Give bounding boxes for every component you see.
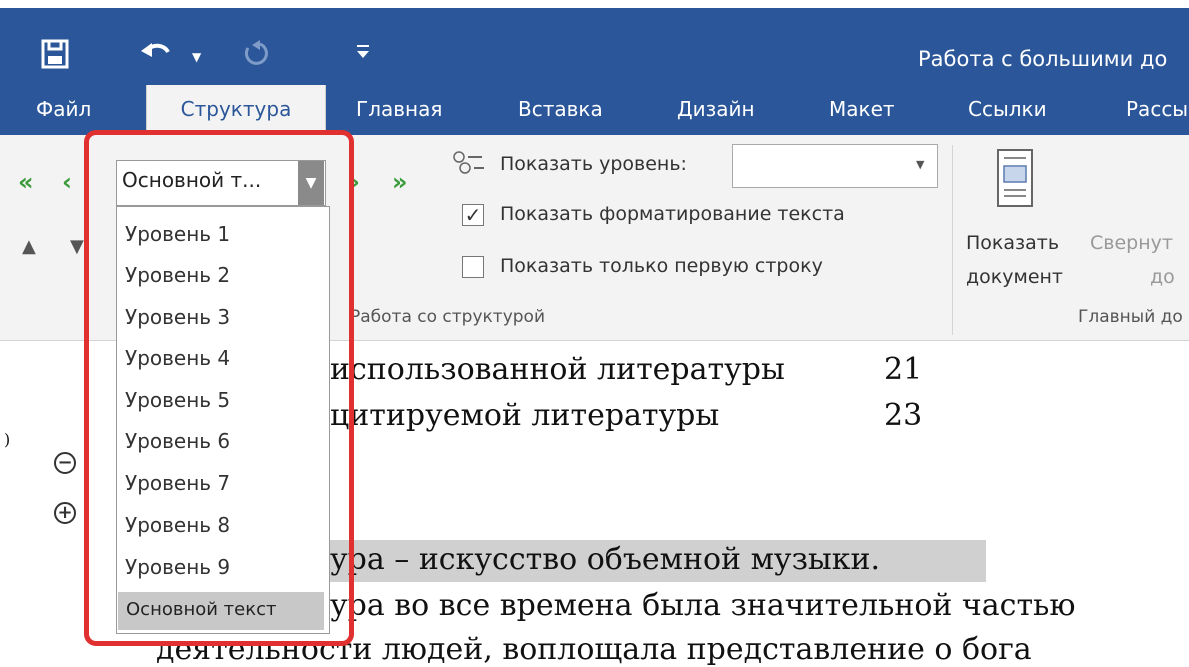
margin-mark: ) <box>4 430 11 449</box>
window-title: Работа с большими до <box>918 47 1168 71</box>
collapse-subdocuments-line1: Свернут <box>1090 232 1173 254</box>
first-line-only-label: Показать только первую строку <box>500 255 823 277</box>
tab-home[interactable]: Главная <box>356 85 442 135</box>
title-bar-top-edge <box>0 0 1189 8</box>
demote-to-body-text-icon[interactable]: » <box>392 168 408 196</box>
expand-outline-icon[interactable]: + <box>54 502 76 524</box>
master-document-group-label: Главный до <box>1078 307 1183 327</box>
toc-line-2: цитируемой литературы <box>330 398 720 433</box>
undo-dropdown-icon[interactable]: ▼ <box>192 50 201 64</box>
move-up-icon[interactable]: ▲ <box>22 236 36 257</box>
document-heading: ура – искусство объемной музыки. <box>330 542 881 577</box>
document-body-line-1: ура во все времена была значительной час… <box>330 588 1076 623</box>
show-level-icon <box>452 150 486 180</box>
red-highlight-frame <box>84 130 354 646</box>
toc-page-2: 23 <box>884 398 923 433</box>
collapse-subdocuments-line2: до <box>1150 266 1175 288</box>
show-formatting-checkbox[interactable]: ✓ <box>462 204 484 226</box>
title-bar <box>0 0 1189 85</box>
outline-tools-group-label: Работа со структурой <box>350 307 546 327</box>
group-separator <box>952 145 953 335</box>
promote-icon[interactable]: ‹ <box>62 168 72 196</box>
toc-line-1: использованной литературы <box>330 352 785 387</box>
show-level-label: Показать уровень: <box>500 153 687 175</box>
show-level-select[interactable] <box>732 144 938 188</box>
tab-layout[interactable]: Макет <box>829 85 895 135</box>
show-document-line2[interactable]: документ <box>966 266 1063 288</box>
chevron-down-icon: ▼ <box>916 158 925 171</box>
move-down-icon[interactable]: ▼ <box>70 236 84 257</box>
show-formatting-label: Показать форматирование текста <box>500 203 845 225</box>
checkmark-icon: ✓ <box>464 203 482 227</box>
toc-page-1: 21 <box>884 352 923 387</box>
first-line-only-checkbox[interactable] <box>462 256 484 278</box>
tab-insert[interactable]: Вставка <box>518 85 603 135</box>
save-icon[interactable] <box>40 38 70 76</box>
tab-file[interactable]: Файл <box>36 85 91 135</box>
redo-icon <box>240 38 270 72</box>
tab-references[interactable]: Ссылки <box>968 85 1047 135</box>
show-document-line1[interactable]: Показать <box>966 232 1059 254</box>
collapse-outline-icon[interactable]: − <box>54 452 76 474</box>
tab-mailings[interactable]: Рассы <box>1126 85 1188 135</box>
tab-outline[interactable]: Структура <box>146 85 326 135</box>
undo-icon[interactable] <box>138 38 176 72</box>
promote-to-heading1-icon[interactable]: « <box>18 168 34 196</box>
show-document-icon[interactable] <box>994 146 1038 214</box>
tab-design[interactable]: Дизайн <box>677 85 755 135</box>
customize-qat-icon[interactable] <box>356 42 370 66</box>
